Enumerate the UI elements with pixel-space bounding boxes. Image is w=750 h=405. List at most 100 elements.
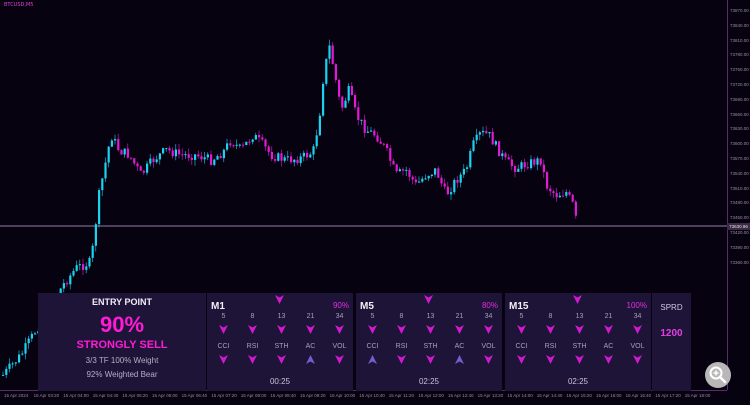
- candle-body: [434, 168, 437, 175]
- time-axis[interactable]: 15 Apr 2024 15 Apr 03:20 15 Apr 04:00 15 Ap…: [0, 390, 727, 405]
- candle-body: [194, 154, 197, 160]
- candle-body: [517, 168, 520, 172]
- indicator-label: STH: [274, 343, 289, 350]
- indicator-label: AC: [305, 343, 316, 350]
- candle-body: [114, 139, 117, 141]
- candle-body: [30, 333, 33, 339]
- candle-body: [213, 159, 216, 165]
- entry-bear-text: 92% Weighted Bear: [86, 370, 158, 379]
- price-tick-label: 73570.00: [730, 156, 749, 161]
- spread-value: 1200: [660, 328, 683, 339]
- candle-body: [155, 159, 158, 163]
- indicator-label: STH: [572, 343, 587, 350]
- candle-body: [542, 164, 545, 173]
- down-arrow-icon: [517, 355, 526, 364]
- candle-body: [98, 190, 101, 225]
- candle-body: [552, 191, 555, 194]
- indicator-label: AC: [454, 343, 465, 350]
- down-arrow-icon: [633, 325, 642, 334]
- candle-body: [472, 140, 475, 151]
- candle-body: [101, 178, 104, 191]
- timeframe-percent: 100%: [626, 301, 647, 310]
- down-arrow-icon: [335, 355, 344, 364]
- candle-body: [360, 119, 363, 121]
- candle-body: [456, 179, 459, 183]
- candle-body: [107, 146, 110, 163]
- indicator-label: VOL: [332, 343, 347, 350]
- current-price-tag: 73630.96: [727, 223, 750, 230]
- candle-body: [146, 163, 149, 173]
- zoom-button[interactable]: [705, 362, 731, 388]
- time-tick-label: 15 Apr 03:20: [33, 393, 60, 398]
- candle-body: [82, 264, 85, 270]
- entry-title: ENTRY POINT: [91, 297, 152, 307]
- candle-body: [251, 139, 254, 142]
- price-tick-label: 73780.00: [730, 52, 749, 58]
- candle-body: [328, 45, 331, 59]
- candle-body: [270, 151, 273, 160]
- candle-body: [421, 178, 424, 182]
- indicator-label: VOL: [481, 343, 496, 350]
- timeframe-percent: 90%: [332, 301, 349, 310]
- candle-body: [274, 159, 277, 161]
- timeframe-panel-m1: M1 90% 5 8 13 21 34 CCI RSI STH AC VOL 00:25: [207, 293, 353, 391]
- candle-body: [469, 150, 472, 168]
- candle-body: [91, 245, 94, 258]
- period-label: 8: [250, 313, 255, 320]
- candle-body: [466, 167, 469, 169]
- down-arrow-icon: [397, 325, 406, 334]
- candle-body: [402, 169, 405, 171]
- down-arrow-icon: [424, 295, 433, 304]
- candle-body: [379, 141, 382, 144]
- price-tick-label: 73390.00: [730, 244, 749, 250]
- entry-signal: STRONGLY SELL: [76, 339, 168, 351]
- candle-body: [510, 159, 513, 167]
- candle-body: [293, 159, 296, 163]
- candle-body: [398, 169, 401, 172]
- time-tick-label: 15 Apr 2024: [4, 393, 29, 398]
- time-tick-label: 15 Apr 12:40: [448, 393, 474, 398]
- down-arrow-icon: [219, 355, 228, 364]
- candle-body: [78, 264, 81, 266]
- indicator-label: RSI: [246, 343, 259, 350]
- candle-body: [318, 115, 321, 136]
- chart-symbol-label: BTCUSD,M5: [4, 2, 34, 8]
- candle-body: [280, 153, 283, 161]
- price-tick-label: 73540.00: [730, 170, 749, 176]
- candle-body: [216, 156, 219, 160]
- candle-body: [88, 257, 91, 267]
- down-arrow-icon: [248, 325, 257, 334]
- down-arrow-icon: [275, 295, 284, 304]
- period-label: 21: [306, 313, 315, 320]
- price-tick-label: 73720.00: [730, 82, 749, 87]
- price-axis[interactable]: 73870.00 73840.00 73810.00 73780.00 73750.00…: [727, 0, 750, 390]
- candle-body: [24, 343, 27, 354]
- candle-body: [334, 64, 337, 80]
- candle-body: [152, 158, 155, 163]
- candle-body: [283, 157, 286, 161]
- candle-body: [530, 159, 533, 169]
- candle-body: [555, 193, 558, 198]
- candle-body: [178, 149, 181, 155]
- candle-body: [450, 192, 453, 195]
- indicator-label: STH: [423, 343, 438, 350]
- candle-body: [491, 131, 494, 145]
- candle-body: [558, 195, 561, 198]
- candle-body: [2, 374, 5, 376]
- indicator-label: CCI: [515, 343, 528, 350]
- candle-body: [418, 181, 421, 183]
- candle-body: [427, 175, 430, 179]
- candle-body: [315, 135, 318, 147]
- time-tick-label: 15 Apr 16:00: [596, 393, 622, 398]
- candle-body: [482, 130, 485, 133]
- candle-body: [162, 148, 165, 154]
- candle-body: [498, 141, 501, 157]
- candle-body: [344, 100, 347, 108]
- candle-body: [174, 149, 177, 157]
- down-arrow-icon: [573, 295, 582, 304]
- candle-body: [142, 170, 145, 173]
- candle-body: [66, 283, 69, 285]
- candle-body: [363, 119, 366, 133]
- candle-body: [277, 153, 280, 161]
- candle-body: [392, 160, 395, 165]
